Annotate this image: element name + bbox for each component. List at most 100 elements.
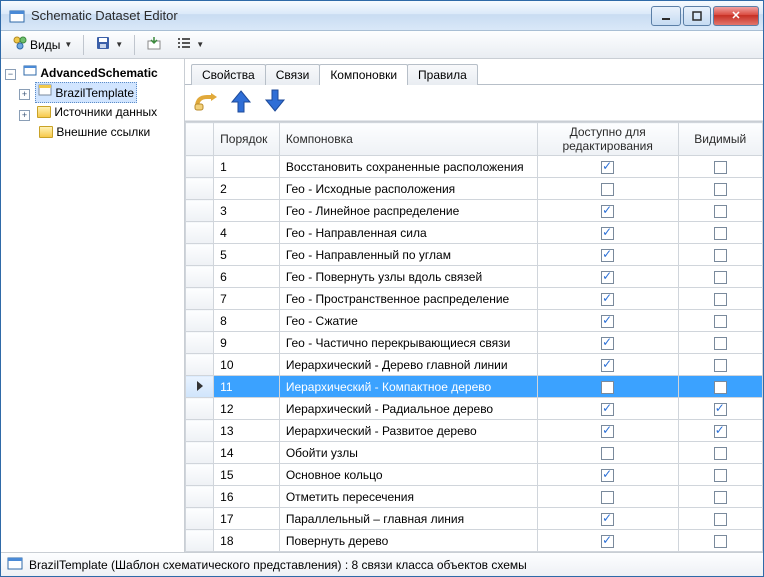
cell-visible[interactable] [678, 156, 762, 178]
tree-item-template[interactable]: + BrazilTemplate [19, 82, 182, 103]
row-header[interactable] [186, 398, 214, 420]
table-row[interactable]: 8Гео - Сжатие [186, 310, 763, 332]
checkbox-visible[interactable] [714, 425, 727, 438]
cell-editable[interactable] [537, 552, 678, 553]
cell-visible[interactable] [678, 178, 762, 200]
cell-layout[interactable]: Гео - Линейное распределение [279, 200, 537, 222]
cell-order[interactable]: 18 [214, 530, 280, 552]
tab-links[interactable]: Связи [265, 64, 321, 85]
tab-properties[interactable]: Свойства [191, 64, 266, 85]
table-row[interactable]: 11Иерархический - Компактное дерево [186, 376, 763, 398]
row-header[interactable] [186, 354, 214, 376]
cell-editable[interactable] [537, 530, 678, 552]
options-dropdown[interactable]: ▼ [171, 34, 209, 56]
checkbox-visible[interactable] [714, 381, 727, 394]
checkbox-editable[interactable] [601, 359, 614, 372]
table-row[interactable]: 14Обойти узлы [186, 442, 763, 464]
cell-visible[interactable] [678, 508, 762, 530]
cell-editable[interactable] [537, 398, 678, 420]
grip-icon[interactable] [193, 89, 219, 116]
save-button[interactable]: ▼ [90, 34, 128, 56]
cell-order[interactable]: 14 [214, 442, 280, 464]
checkbox-editable[interactable] [601, 337, 614, 350]
row-header[interactable] [186, 530, 214, 552]
cell-visible[interactable] [678, 420, 762, 442]
cell-layout[interactable]: Гео - Исходные расположения [279, 178, 537, 200]
table-row[interactable]: 3Гео - Линейное распределение [186, 200, 763, 222]
table-row[interactable]: 13Иерархический - Развитое дерево [186, 420, 763, 442]
cell-editable[interactable] [537, 420, 678, 442]
row-header[interactable] [186, 420, 214, 442]
tree-item-sources[interactable]: + Источники данных [19, 103, 182, 123]
cell-visible[interactable] [678, 332, 762, 354]
checkbox-visible[interactable] [714, 469, 727, 482]
cell-order[interactable]: 13 [214, 420, 280, 442]
checkbox-editable[interactable] [601, 491, 614, 504]
row-header[interactable] [186, 266, 214, 288]
table-row[interactable]: 9Гео - Частично перекрывающиеся связи [186, 332, 763, 354]
collapse-icon[interactable]: − [5, 69, 16, 80]
cell-visible[interactable] [678, 486, 762, 508]
cell-layout[interactable]: Повернуть дерево [279, 530, 537, 552]
import-button[interactable] [141, 34, 167, 56]
views-dropdown[interactable]: Виды ▼ [7, 34, 77, 56]
tab-rules[interactable]: Правила [407, 64, 478, 85]
checkbox-visible[interactable] [714, 491, 727, 504]
cell-order[interactable]: 16 [214, 486, 280, 508]
cell-visible[interactable] [678, 530, 762, 552]
checkbox-editable[interactable] [601, 227, 614, 240]
row-header[interactable] [186, 222, 214, 244]
tab-layouts[interactable]: Компоновки [319, 64, 408, 85]
cell-editable[interactable] [537, 288, 678, 310]
cell-order[interactable]: 7 [214, 288, 280, 310]
cell-editable[interactable] [537, 244, 678, 266]
checkbox-visible[interactable] [714, 161, 727, 174]
table-row[interactable]: 12Иерархический - Радиальное дерево [186, 398, 763, 420]
cell-layout[interactable]: Гео - Направленный по углам [279, 244, 537, 266]
checkbox-visible[interactable] [714, 183, 727, 196]
cell-layout[interactable]: Отметить пересечения [279, 486, 537, 508]
maximize-button[interactable] [683, 6, 711, 26]
checkbox-editable[interactable] [601, 535, 614, 548]
cell-layout[interactable]: Параллельный – главная линия [279, 508, 537, 530]
table-row[interactable]: 15Основное кольцо [186, 464, 763, 486]
row-header[interactable] [186, 464, 214, 486]
checkbox-editable[interactable] [601, 425, 614, 438]
checkbox-editable[interactable] [601, 447, 614, 460]
cell-editable[interactable] [537, 178, 678, 200]
cell-order[interactable]: 4 [214, 222, 280, 244]
table-row[interactable]: 6Гео - Повернуть узлы вдоль связей [186, 266, 763, 288]
cell-editable[interactable] [537, 464, 678, 486]
cell-layout[interactable]: Иерархический - Развитое дерево [279, 420, 537, 442]
cell-visible[interactable] [678, 310, 762, 332]
cell-order[interactable]: 11 [214, 376, 280, 398]
checkbox-editable[interactable] [601, 469, 614, 482]
cell-visible[interactable] [678, 442, 762, 464]
checkbox-editable[interactable] [601, 293, 614, 306]
tree-panel[interactable]: − AdvancedSchematic + BrazilTemplate [1, 59, 185, 552]
tree-root[interactable]: − AdvancedSchematic + BrazilTemplate [5, 63, 182, 143]
checkbox-editable[interactable] [601, 183, 614, 196]
expand-icon[interactable]: + [19, 110, 30, 121]
table-row[interactable]: 2Гео - Исходные расположения [186, 178, 763, 200]
grid-scroll[interactable]: Порядок Компоновка Доступно для редактир… [185, 122, 763, 552]
row-header[interactable] [186, 178, 214, 200]
row-header[interactable] [186, 244, 214, 266]
close-button[interactable]: ✕ [713, 6, 759, 26]
cell-visible[interactable] [678, 464, 762, 486]
row-header[interactable] [186, 486, 214, 508]
minimize-button[interactable] [651, 6, 681, 26]
cell-editable[interactable] [537, 376, 678, 398]
cell-editable[interactable] [537, 222, 678, 244]
checkbox-visible[interactable] [714, 403, 727, 416]
column-editable[interactable]: Доступно для редактирования [537, 123, 678, 156]
checkbox-visible[interactable] [714, 249, 727, 262]
cell-visible[interactable] [678, 354, 762, 376]
cell-order[interactable]: 12 [214, 398, 280, 420]
cell-order[interactable]: 2 [214, 178, 280, 200]
cell-layout[interactable]: Гео - Частично перекрывающиеся связи [279, 332, 537, 354]
row-header[interactable] [186, 376, 214, 398]
cell-layout[interactable]: Основное кольцо [279, 464, 537, 486]
checkbox-editable[interactable] [601, 315, 614, 328]
cell-visible[interactable] [678, 222, 762, 244]
